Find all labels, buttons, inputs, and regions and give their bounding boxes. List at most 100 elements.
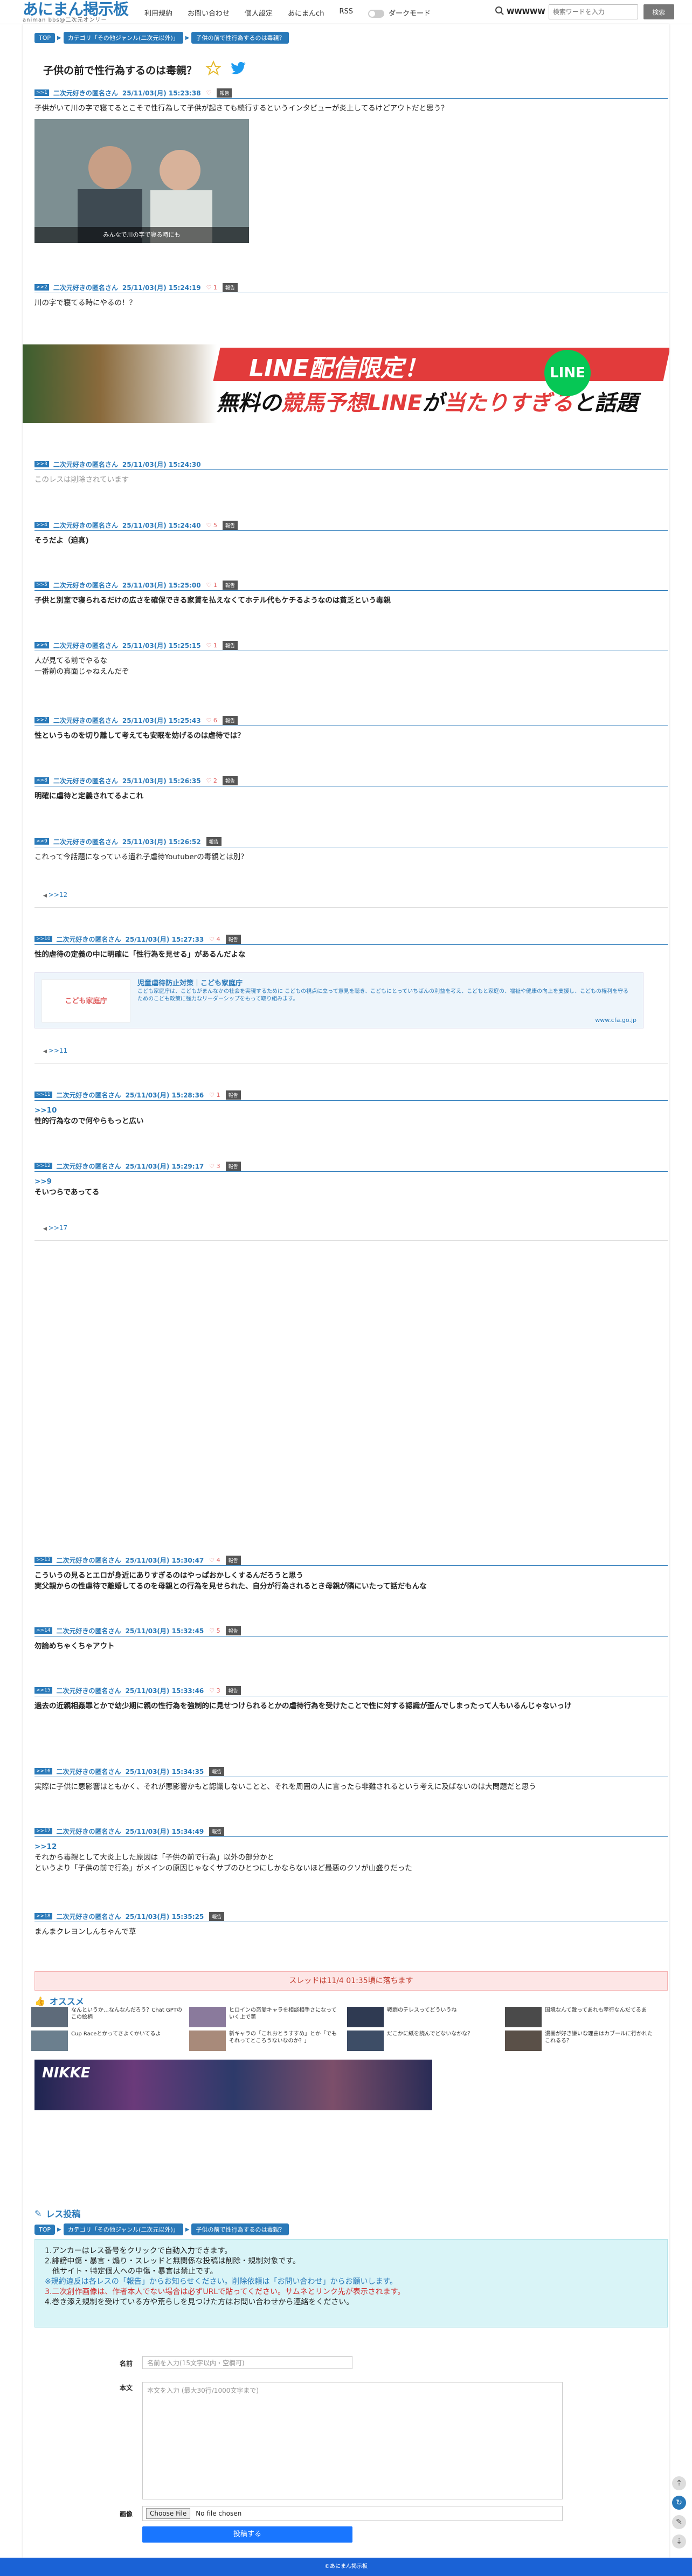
breadcrumb-category[interactable]: カテゴリ「その他ジャンル(二次元以外)」 — [63, 32, 183, 44]
thumbnail[interactable]: みんなで川の字で寝る時にも — [34, 119, 249, 243]
search-input[interactable] — [548, 4, 638, 19]
report-button[interactable]: 報告 — [222, 520, 238, 530]
nav-settings[interactable]: 個人設定 — [245, 8, 273, 18]
like-button[interactable]: ♡ 3 — [209, 1163, 220, 1170]
report-button[interactable]: 報告 — [222, 640, 238, 650]
osusume-thumb[interactable] — [189, 2007, 226, 2027]
post-number[interactable]: >>2 — [34, 284, 49, 291]
anchor-link[interactable]: >>9 — [34, 1176, 668, 1187]
post-number[interactable]: >>14 — [34, 1627, 52, 1634]
osusume-thumb[interactable] — [31, 2007, 68, 2027]
like-button[interactable]: ♡ 4 — [209, 936, 220, 943]
report-button[interactable]: 報告 — [225, 1686, 241, 1695]
post-image[interactable]: みんなで川の字で寝る時にも — [34, 119, 249, 243]
post-number[interactable]: >>3 — [34, 461, 49, 467]
osusume-item[interactable]: だこかに紙を読んでどないなかな？ — [347, 2031, 500, 2051]
like-button[interactable]: ♡ 5 — [206, 522, 217, 529]
ad-banner[interactable]: LINE配信限定！ 無料の競馬予想LINEが当たりすぎると話題に！ LINE — [23, 344, 669, 423]
breadcrumb-thread[interactable]: 子供の前で性行為するのは毒親？ — [191, 32, 289, 44]
osusume-item[interactable]: 新キャラの「これおとうすすめ」とか「でもそれってところうないなのか？」 — [189, 2031, 342, 2051]
post-number[interactable]: >>1 — [34, 89, 49, 96]
post-number[interactable]: >>10 — [34, 936, 52, 942]
report-button[interactable]: 報告 — [225, 1555, 241, 1565]
edit-icon[interactable]: ✎ — [672, 2515, 686, 2529]
nav-rss[interactable]: RSS — [339, 8, 353, 18]
like-button[interactable]: ♡ 5 — [209, 1627, 220, 1634]
report-button[interactable]: 報告 — [209, 1766, 225, 1776]
name-input[interactable]: 名前を入力(15文字以内・空欄可) — [142, 2356, 352, 2369]
breadcrumb-category[interactable]: カテゴリ「その他ジャンル(二次元以外)」 — [63, 2223, 183, 2235]
toggle-switch[interactable] — [368, 10, 384, 18]
osusume-item[interactable]: 戦闘のテレスってどういうね — [347, 2007, 500, 2027]
post-number[interactable]: >>5 — [34, 582, 49, 588]
search-button[interactable]: 検索 — [643, 4, 674, 19]
like-button[interactable]: ♡ 1 — [209, 1092, 220, 1099]
report-button[interactable]: 報告 — [222, 776, 238, 785]
ad-nikke[interactable]: NIKKE — [34, 2060, 432, 2110]
osusume-thumb[interactable] — [347, 2007, 384, 2027]
anchor-link[interactable]: >>12 — [34, 1841, 668, 1852]
star-icon[interactable] — [205, 60, 222, 79]
osusume-item[interactable]: 国境なんて敵ってあれも孝行なんだてるあ — [505, 2007, 658, 2027]
report-button[interactable]: 報告 — [209, 1826, 225, 1836]
osusume-item[interactable]: ヒロインの恋愛キャラを相談相手さになっていく上で第 — [189, 2007, 342, 2027]
report-button[interactable]: 報告 — [222, 580, 238, 590]
submit-button[interactable]: 投稿する — [142, 2526, 352, 2543]
nav-contact[interactable]: お問い合わせ — [188, 8, 230, 18]
dark-mode-toggle[interactable]: ダークモード — [368, 8, 431, 18]
post-number[interactable]: >>16 — [34, 1768, 52, 1774]
twitter-icon[interactable] — [230, 61, 246, 78]
post-number[interactable]: >>12 — [34, 1163, 52, 1169]
post-number[interactable]: >>18 — [34, 1913, 52, 1919]
link-card-title[interactable]: 児童虐待防止対策｜こども家庭庁 — [137, 977, 243, 987]
anchor-link[interactable]: >>10 — [34, 1105, 668, 1116]
osusume-item[interactable]: なんというか…なんなんだろう？Chat GPTのこの絵柄 — [31, 2007, 184, 2027]
osusume-thumb[interactable] — [347, 2031, 384, 2051]
post-number[interactable]: >>8 — [34, 777, 49, 784]
post-number[interactable]: >>17 — [34, 1828, 52, 1834]
like-button[interactable]: ♡ 2 — [206, 777, 217, 784]
report-button[interactable]: 報告 — [225, 1161, 241, 1171]
post-number[interactable]: >>9 — [34, 838, 49, 845]
breadcrumb-top[interactable]: TOP — [34, 32, 56, 43]
post-number[interactable]: >>11 — [34, 1092, 52, 1098]
choose-file-button[interactable]: Choose File — [146, 2508, 191, 2519]
post-number[interactable]: >>7 — [34, 717, 49, 723]
site-title[interactable]: あにまん掲示板 — [23, 2, 129, 17]
scroll-bottom-icon[interactable]: ⇣ — [672, 2534, 686, 2549]
breadcrumb-top[interactable]: TOP — [34, 2224, 56, 2235]
post-number[interactable]: >>6 — [34, 642, 49, 648]
post-number[interactable]: >>4 — [34, 522, 49, 528]
report-button[interactable]: 報告 — [225, 1626, 241, 1635]
report-button[interactable]: 報告 — [206, 837, 222, 846]
osusume-thumb[interactable] — [505, 2007, 542, 2027]
reply-link[interactable]: >>17 — [43, 1224, 67, 1232]
osusume-thumb[interactable] — [505, 2031, 542, 2051]
report-button[interactable]: 報告 — [225, 934, 241, 944]
file-input[interactable]: Choose File No file chosen — [142, 2506, 563, 2521]
report-button[interactable]: 報告 — [222, 282, 238, 292]
like-button[interactable]: ♡ 3 — [209, 1687, 220, 1694]
like-button[interactable]: ♡ 4 — [209, 1557, 220, 1564]
nav-animanch[interactable]: あにまんch — [288, 8, 324, 18]
post-number[interactable]: >>15 — [34, 1687, 52, 1694]
like-button[interactable]: ♡ — [206, 89, 212, 96]
nav-terms[interactable]: 利用規約 — [144, 8, 172, 18]
scroll-top-icon[interactable]: ⇡ — [672, 2476, 686, 2490]
body-textarea[interactable]: 本文を入力 (最大30行/1000文字まで) — [142, 2382, 563, 2499]
reply-link[interactable]: >>12 — [43, 891, 67, 899]
osusume-thumb[interactable] — [189, 2031, 226, 2051]
osusume-thumb[interactable] — [31, 2031, 68, 2051]
report-button[interactable]: 報告 — [209, 1911, 225, 1921]
osusume-item[interactable]: Cup Raceとかってさよくかいてるよ — [31, 2031, 184, 2051]
like-button[interactable]: ♡ 1 — [206, 284, 217, 291]
report-button[interactable]: 報告 — [222, 715, 238, 725]
site-logo[interactable]: あにまん掲示板 animan bbs@二次元オンリー — [23, 2, 129, 24]
like-button[interactable]: ♡ 1 — [206, 642, 217, 649]
like-button[interactable]: ♡ 6 — [206, 717, 217, 724]
link-card[interactable]: こども家庭庁 児童虐待防止対策｜こども家庭庁 こども家庭庁は、こどもがまんなかの… — [34, 972, 643, 1028]
report-button[interactable]: 報告 — [217, 88, 232, 98]
osusume-item[interactable]: 漫画が好き嫌いな理由はカブールに行かれたこれるる？ — [505, 2031, 658, 2051]
report-button[interactable]: 報告 — [225, 1090, 241, 1100]
reload-icon[interactable]: ↻ — [672, 2496, 686, 2510]
